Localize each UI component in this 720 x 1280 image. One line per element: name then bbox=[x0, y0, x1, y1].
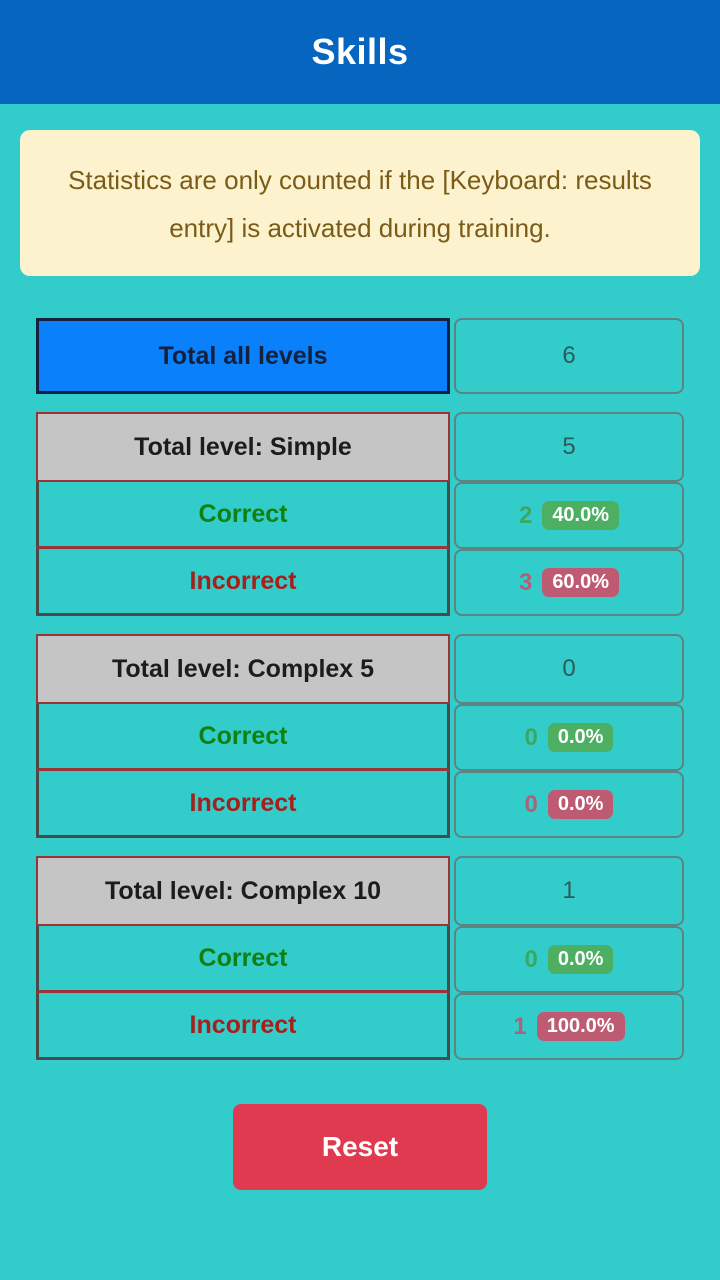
level-complex5-header[interactable]: Total level: Complex 5 bbox=[36, 634, 450, 704]
level-simple-header[interactable]: Total level: Simple bbox=[36, 412, 450, 482]
correct-percent-badge: 0.0% bbox=[547, 723, 614, 752]
incorrect-percent-badge: 60.0% bbox=[542, 568, 620, 597]
level-complex10-incorrect-value-cell: 1 100.0% bbox=[454, 993, 684, 1060]
table-row: Incorrect 1 100.0% bbox=[36, 993, 684, 1060]
page-title: Skills bbox=[311, 31, 409, 72]
incorrect-count: 1 bbox=[513, 1012, 527, 1040]
level-simple-correct-label-cell: Correct bbox=[36, 482, 450, 549]
incorrect-count: 0 bbox=[524, 790, 538, 818]
level-complex5-correct-label-cell: Correct bbox=[36, 704, 450, 771]
level-simple-value: 5 bbox=[562, 433, 576, 460]
level-complex10-label: Total level: Complex 10 bbox=[104, 876, 381, 905]
stats-group-simple: Total level: Simple 5 Correct 2 40.0% In… bbox=[36, 412, 684, 616]
level-simple-incorrect-label-cell: Incorrect bbox=[36, 549, 450, 616]
total-all-levels-label: Total all levels bbox=[158, 341, 328, 370]
correct-count: 2 bbox=[518, 501, 533, 529]
footer-actions: Reset bbox=[0, 1104, 720, 1190]
correct-percent-badge: 0.0% bbox=[547, 945, 614, 974]
level-simple-label: Total level: Simple bbox=[134, 432, 352, 461]
app-header: Skills bbox=[0, 0, 720, 104]
stats-group-complex-10: Total level: Complex 10 1 Correct 0 0.0%… bbox=[36, 856, 684, 1060]
incorrect-label: Incorrect bbox=[189, 788, 297, 817]
reset-button[interactable]: Reset bbox=[233, 1104, 487, 1190]
stats-group-complex-5: Total level: Complex 5 0 Correct 0 0.0% … bbox=[36, 634, 684, 838]
level-complex5-incorrect-value-cell: 0 0.0% bbox=[454, 771, 684, 838]
table-row: Incorrect 3 60.0% bbox=[36, 549, 684, 616]
table-row: Total level: Simple 5 bbox=[36, 412, 684, 482]
statistics-table: Total all levels 6 Total level: Simple 5… bbox=[36, 318, 684, 1060]
table-row: Incorrect 0 0.0% bbox=[36, 771, 684, 838]
correct-label: Correct bbox=[198, 499, 288, 528]
level-complex10-value: 1 bbox=[562, 877, 576, 904]
info-notice: Statistics are only counted if the [Keyb… bbox=[20, 130, 700, 276]
correct-count: 0 bbox=[524, 945, 538, 973]
level-complex5-value-cell: 0 bbox=[454, 634, 684, 704]
info-notice-text: Statistics are only counted if the [Keyb… bbox=[68, 165, 652, 243]
correct-label: Correct bbox=[198, 943, 288, 972]
total-all-levels-value: 6 bbox=[562, 342, 576, 369]
stats-group-total: Total all levels 6 bbox=[36, 318, 684, 394]
incorrect-label: Incorrect bbox=[189, 566, 297, 595]
level-complex10-correct-value-cell: 0 0.0% bbox=[454, 926, 684, 993]
correct-percent-badge: 40.0% bbox=[542, 501, 620, 530]
table-row: Correct 0 0.0% bbox=[36, 704, 684, 771]
level-simple-incorrect-value-cell: 3 60.0% bbox=[454, 549, 684, 616]
table-row: Total level: Complex 10 1 bbox=[36, 856, 684, 926]
table-row: Correct 2 40.0% bbox=[36, 482, 684, 549]
total-all-levels-button[interactable]: Total all levels bbox=[36, 318, 450, 394]
total-all-levels-value-cell: 6 bbox=[454, 318, 684, 394]
table-row: Total all levels 6 bbox=[36, 318, 684, 394]
level-complex5-label: Total level: Complex 5 bbox=[111, 654, 375, 683]
correct-count: 0 bbox=[524, 723, 538, 751]
incorrect-percent-badge: 0.0% bbox=[547, 790, 614, 819]
incorrect-count: 3 bbox=[518, 568, 533, 596]
level-complex10-correct-label-cell: Correct bbox=[36, 926, 450, 993]
correct-label: Correct bbox=[198, 721, 288, 750]
incorrect-label: Incorrect bbox=[189, 1010, 297, 1039]
incorrect-percent-badge: 100.0% bbox=[536, 1012, 625, 1041]
table-row: Correct 0 0.0% bbox=[36, 926, 684, 993]
level-complex10-header[interactable]: Total level: Complex 10 bbox=[36, 856, 450, 926]
level-complex5-value: 0 bbox=[562, 655, 576, 682]
table-row: Total level: Complex 5 0 bbox=[36, 634, 684, 704]
level-complex10-value-cell: 1 bbox=[454, 856, 684, 926]
level-complex5-correct-value-cell: 0 0.0% bbox=[454, 704, 684, 771]
level-simple-value-cell: 5 bbox=[454, 412, 684, 482]
level-complex10-incorrect-label-cell: Incorrect bbox=[36, 993, 450, 1060]
level-complex5-incorrect-label-cell: Incorrect bbox=[36, 771, 450, 838]
level-simple-correct-value-cell: 2 40.0% bbox=[454, 482, 684, 549]
